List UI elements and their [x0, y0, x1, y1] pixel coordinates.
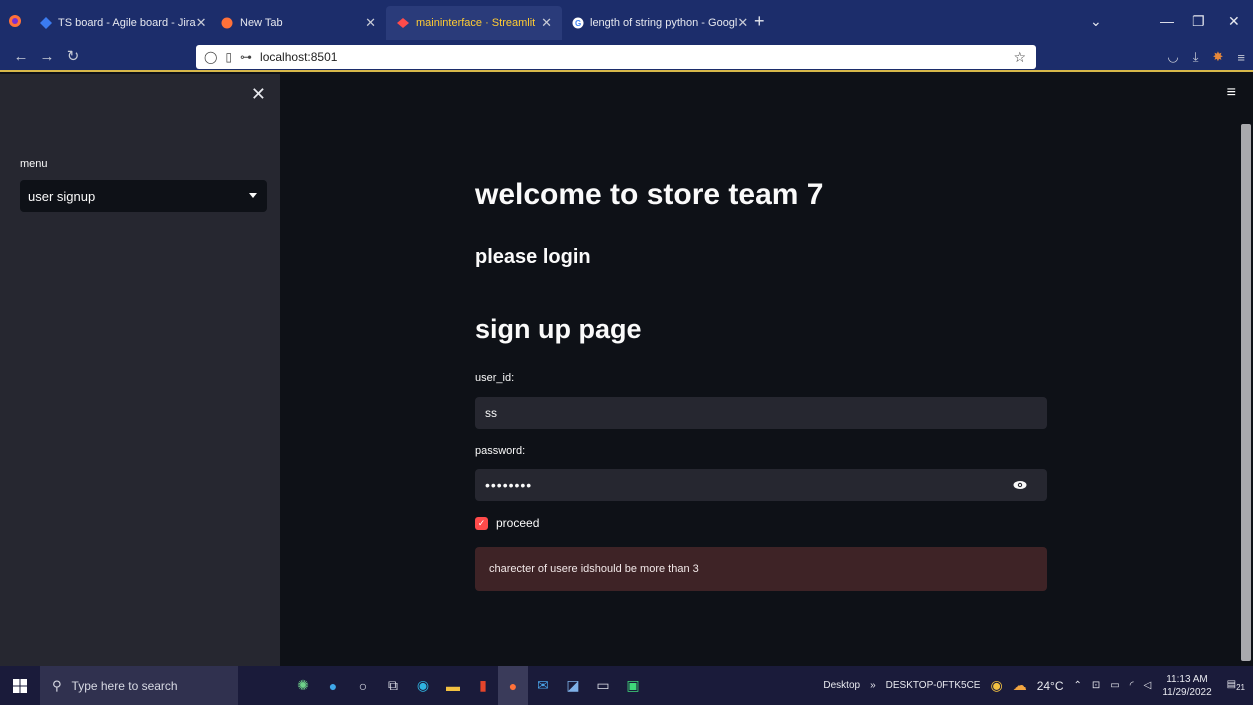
show-password-icon[interactable] — [1013, 478, 1027, 492]
volume-icon[interactable]: ◁ — [1144, 680, 1152, 691]
reload-icon[interactable]: ↻ — [60, 47, 86, 65]
menu-label: menu — [20, 158, 48, 170]
cortana-icon[interactable]: ○ — [348, 666, 378, 705]
weather-icon[interactable]: ☁ — [1013, 677, 1027, 694]
login-subtitle: please login — [475, 246, 591, 268]
system-tray: Desktop » DESKTOP-0FTK5CE ◉ ☁ 24°C ⌃ ⊡ ▭… — [818, 666, 1253, 705]
tab-title: maininterface · Streamlit — [416, 17, 536, 29]
error-alert: charecter of usere idshould be more than… — [475, 547, 1047, 591]
toolbar-right: ◡ ⤓ ✸ ≡ — [1167, 42, 1245, 72]
section-title: sign up page — [475, 314, 642, 344]
hamburger-menu-icon[interactable]: ≡ — [1227, 84, 1236, 102]
search-icon: ⚲ — [52, 677, 62, 693]
page-icon: ▯ — [225, 50, 233, 64]
weather-widget-icon[interactable]: ✺ — [288, 666, 318, 705]
terminal-icon[interactable]: ▭ — [588, 666, 618, 705]
restore-button[interactable]: ❐ — [1192, 0, 1205, 42]
clock[interactable]: 11:13 AM 11/29/2022 — [1162, 673, 1211, 699]
close-window-button[interactable]: ✕ — [1228, 0, 1240, 42]
tab-streamlit[interactable]: maininterface · Streamlit ✕ — [386, 6, 562, 40]
file-explorer-icon[interactable]: ▬ — [438, 666, 468, 705]
sidebar: ✕ menu user signup — [0, 74, 280, 666]
notifications-icon[interactable]: ▤21 — [1227, 679, 1245, 692]
close-tab-icon[interactable]: ✕ — [365, 15, 376, 31]
google-icon: G — [572, 16, 584, 30]
desktop-label[interactable]: Desktop — [823, 680, 860, 691]
checkbox-label: proceed — [496, 516, 540, 530]
taskbar-search[interactable]: ⚲ Type here to search — [40, 666, 238, 705]
close-sidebar-icon[interactable]: ✕ — [251, 84, 266, 105]
user-id-value: ss — [485, 406, 497, 420]
password-value: •••••••• — [485, 477, 533, 493]
windows-start-icon[interactable] — [0, 666, 40, 705]
edge-icon[interactable]: ◉ — [408, 666, 438, 705]
firefox-taskbar-icon[interactable]: ● — [498, 666, 528, 705]
search-placeholder: Type here to search — [71, 678, 178, 693]
tray-overflow-icon[interactable]: ⌃ — [1074, 680, 1082, 691]
extension-icon[interactable]: ✸ — [1213, 49, 1224, 65]
tab-list-icon[interactable]: ⌄ — [1090, 0, 1102, 42]
chevron-down-icon — [249, 193, 257, 198]
download-icon[interactable]: ⤓ — [1193, 49, 1199, 65]
help-icon[interactable]: ◉ — [990, 677, 1002, 694]
streamlit-icon — [396, 16, 410, 30]
scrollbar-thumb[interactable] — [1241, 124, 1251, 661]
jira-icon — [40, 16, 52, 30]
temperature[interactable]: 24°C — [1037, 679, 1064, 693]
task-view-icon[interactable]: ⧉ — [378, 666, 408, 705]
pycharm-icon[interactable]: ▣ — [618, 666, 648, 705]
tab-google[interactable]: G length of string python - Googl ✕ — [562, 6, 748, 40]
bookmark-star-icon[interactable]: ☆ — [1013, 49, 1026, 66]
new-tab-button[interactable]: + — [754, 11, 765, 32]
chevron-right-icon[interactable]: » — [870, 680, 876, 691]
checkbox-check-icon[interactable]: ✓ — [475, 516, 488, 530]
office-icon[interactable]: ▮ — [468, 666, 498, 705]
vscode-icon[interactable]: ◪ — [558, 666, 588, 705]
wifi-icon[interactable]: ◜ — [1130, 680, 1134, 691]
alert-text: charecter of usere idshould be more than… — [489, 563, 699, 575]
key-icon: ⊶ — [240, 50, 253, 64]
menu-select[interactable]: user signup — [20, 180, 267, 212]
menu-icon[interactable]: ≡ — [1237, 50, 1245, 65]
tab-jira[interactable]: TS board - Agile board - Jira ✕ — [30, 6, 210, 40]
time: 11:13 AM — [1166, 673, 1208, 685]
url-text[interactable]: localhost:8501 — [260, 50, 337, 64]
pocket-icon[interactable]: ◡ — [1167, 49, 1178, 65]
date: 11/29/2022 — [1162, 686, 1212, 698]
proceed-checkbox[interactable]: ✓ proceed — [475, 516, 539, 530]
tab-new-tab[interactable]: New Tab ✕ — [210, 6, 386, 40]
globe-app-icon[interactable]: ● — [318, 666, 348, 705]
minimize-button[interactable]: — — [1160, 0, 1174, 42]
select-value: user signup — [28, 188, 96, 204]
close-tab-icon[interactable]: ✕ — [737, 15, 748, 31]
firefox-menu-icon[interactable] — [0, 0, 30, 42]
tab-title: New Tab — [240, 17, 283, 29]
network-icon[interactable]: ⊡ — [1092, 680, 1100, 691]
back-icon[interactable]: ← — [8, 48, 34, 65]
user-id-label: user_id: — [475, 372, 515, 384]
user-id-input[interactable]: ss — [475, 397, 1047, 429]
battery-icon[interactable]: ▭ — [1110, 680, 1119, 691]
shield-icon: ◯ — [204, 50, 218, 64]
address-bar[interactable]: ◯ ▯ ⊶ localhost:8501 ☆ — [196, 45, 1036, 69]
tab-title: length of string python - Googl — [590, 17, 738, 29]
taskbar: ⚲ Type here to search ✺ ● ○ ⧉ ◉ ▬ ▮ ● ✉ … — [0, 666, 1253, 705]
forward-icon[interactable]: → — [34, 48, 60, 65]
svg-text:G: G — [575, 19, 581, 28]
password-input[interactable]: •••••••• — [475, 469, 1047, 501]
page-title: welcome to store team 7 — [475, 178, 824, 211]
notification-count: 21 — [1236, 683, 1245, 692]
password-label: password: — [475, 445, 526, 457]
browser-tab-bar: TS board - Agile board - Jira ✕ New Tab … — [0, 0, 1253, 42]
scrollbar[interactable] — [1240, 74, 1253, 666]
tab-title: TS board - Agile board - Jira — [58, 17, 196, 29]
close-tab-icon[interactable]: ✕ — [541, 15, 552, 31]
navigation-bar: ← → ↻ ◯ ▯ ⊶ localhost:8501 ☆ ◡ ⤓ ✸ ≡ — [0, 42, 1253, 72]
computer-name: DESKTOP-0FTK5CE — [885, 680, 981, 691]
mail-icon[interactable]: ✉ — [528, 666, 558, 705]
firefox-icon — [220, 16, 234, 30]
close-tab-icon[interactable]: ✕ — [196, 15, 207, 31]
